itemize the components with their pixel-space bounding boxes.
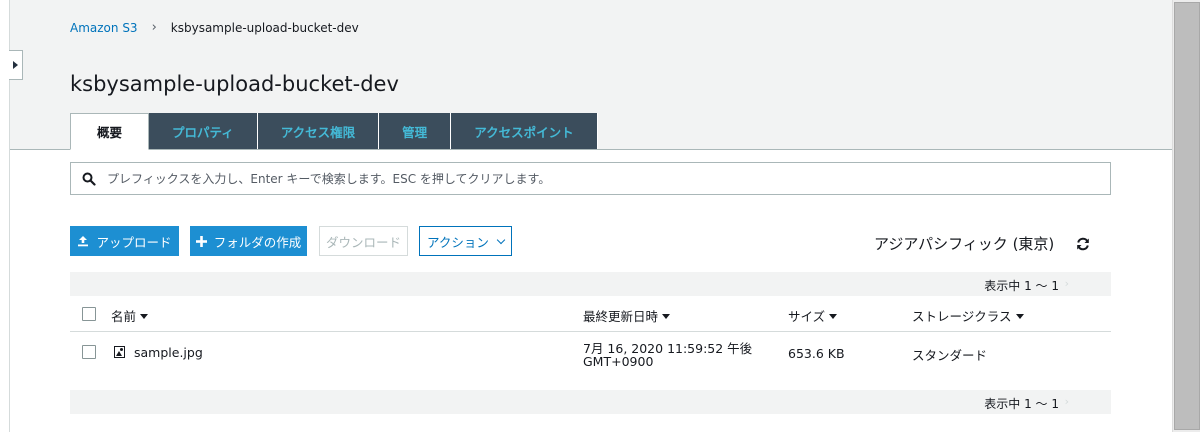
pagination-bar-top: ‹ 表示中 1 ～ 1 › bbox=[70, 272, 1111, 296]
upload-button[interactable]: アップロード bbox=[70, 226, 179, 256]
caret-right-icon bbox=[13, 61, 18, 69]
table-row[interactable]: sample.jpg 7月 16, 2020 11:59:52 午後 GMT+0… bbox=[70, 333, 1111, 383]
tab-access-points[interactable]: アクセスポイント bbox=[451, 113, 598, 149]
pagination-status: 表示中 1 ～ 1 bbox=[984, 279, 1059, 293]
actions-dropdown-button[interactable]: アクション bbox=[419, 226, 512, 256]
column-name-label: 名前 bbox=[111, 309, 137, 324]
vertical-scrollbar[interactable] bbox=[1172, 0, 1200, 432]
column-header-name[interactable]: 名前 bbox=[111, 306, 149, 325]
column-header-last-modified[interactable]: 最終更新日時 bbox=[583, 306, 671, 325]
column-header-size[interactable]: サイズ bbox=[788, 306, 838, 325]
search-icon bbox=[71, 162, 107, 195]
side-navigation-toggle[interactable] bbox=[9, 50, 23, 80]
upload-icon bbox=[78, 236, 89, 247]
table-header: 名前 最終更新日時 サイズ ストレージクラス bbox=[70, 296, 1111, 332]
next-page-icon[interactable]: › bbox=[1065, 277, 1069, 290]
select-all-checkbox[interactable] bbox=[82, 307, 96, 321]
object-size: 653.6 KB bbox=[788, 346, 845, 361]
object-storage-class: スタンダード bbox=[912, 348, 988, 363]
pagination-bar-bottom: ‹ 表示中 1 ～ 1 › bbox=[70, 390, 1111, 414]
plus-icon bbox=[195, 235, 207, 247]
region-label: アジアパシフィック (東京) bbox=[874, 235, 1055, 253]
image-file-icon bbox=[114, 346, 125, 358]
chevron-down-icon bbox=[496, 235, 506, 244]
next-page-icon[interactable]: › bbox=[1065, 395, 1069, 408]
sort-caret-icon bbox=[140, 313, 149, 319]
refresh-icon[interactable] bbox=[1075, 236, 1091, 252]
actions-button-label: アクション bbox=[427, 234, 489, 250]
create-folder-button[interactable]: フォルダの作成 bbox=[190, 226, 307, 256]
breadcrumb-amazon-s3-link[interactable]: Amazon S3 bbox=[70, 21, 138, 35]
breadcrumb-current-bucket: ksbysample-upload-bucket-dev bbox=[170, 20, 359, 35]
bucket-tabs: 概要 プロパティ アクセス権限 管理 アクセスポイント bbox=[70, 113, 598, 150]
page-title: ksbysample-upload-bucket-dev bbox=[70, 72, 399, 96]
tab-properties[interactable]: プロパティ bbox=[149, 113, 258, 149]
column-storage-class-label: ストレージクラス bbox=[912, 309, 1012, 324]
column-modified-label: 最終更新日時 bbox=[583, 309, 659, 324]
column-size-label: サイズ bbox=[788, 309, 826, 324]
tab-permissions[interactable]: アクセス権限 bbox=[257, 113, 380, 149]
download-button[interactable]: ダウンロード bbox=[319, 226, 408, 256]
sort-caret-icon bbox=[1015, 313, 1024, 319]
breadcrumb-separator-icon: › bbox=[151, 20, 157, 35]
prefix-search-input[interactable] bbox=[107, 163, 1110, 194]
breadcrumb: Amazon S3 › ksbysample-upload-bucket-dev bbox=[70, 20, 359, 35]
sort-caret-icon bbox=[662, 313, 671, 319]
object-last-modified-timezone: GMT+0900 bbox=[583, 354, 654, 369]
download-button-label: ダウンロード bbox=[325, 234, 401, 250]
scrollbar-thumb[interactable] bbox=[1174, 2, 1200, 430]
row-select-checkbox[interactable] bbox=[82, 345, 96, 359]
object-name-link[interactable]: sample.jpg bbox=[134, 345, 203, 360]
sort-caret-icon bbox=[829, 313, 838, 319]
pagination-status: 表示中 1 ～ 1 bbox=[984, 397, 1059, 411]
tab-overview[interactable]: 概要 bbox=[70, 113, 150, 150]
tab-management[interactable]: 管理 bbox=[379, 113, 452, 149]
upload-button-label: アップロード bbox=[96, 234, 172, 250]
create-folder-button-label: フォルダの作成 bbox=[213, 234, 302, 250]
column-header-storage-class[interactable]: ストレージクラス bbox=[912, 306, 1024, 325]
prefix-search-box bbox=[70, 162, 1111, 195]
